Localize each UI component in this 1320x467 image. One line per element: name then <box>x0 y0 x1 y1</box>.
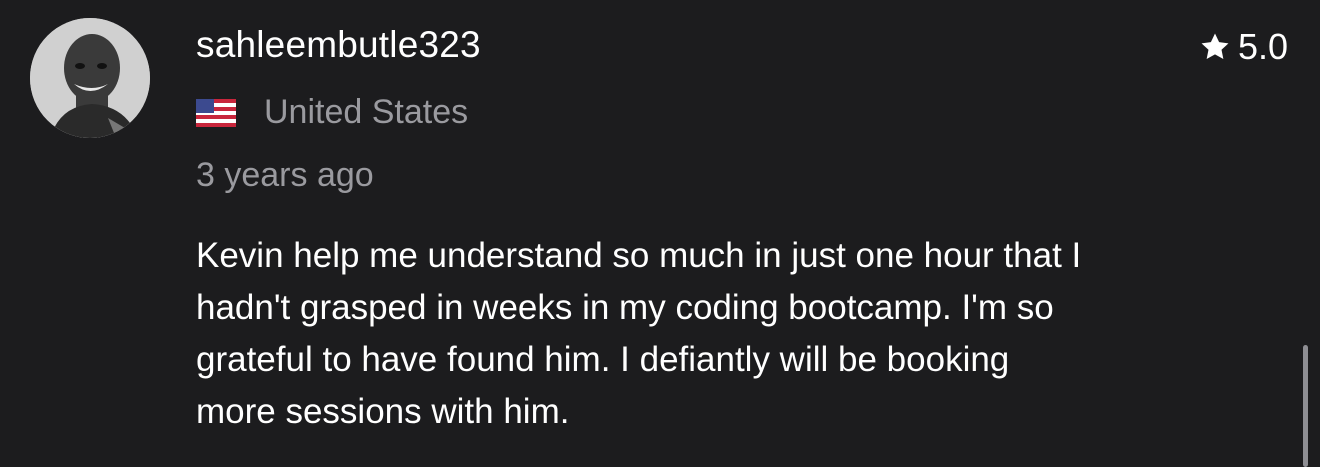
reviewer-country: United States <box>264 93 469 131</box>
avatar[interactable] <box>30 18 150 138</box>
country-row: United States <box>196 93 468 132</box>
us-flag-icon <box>196 98 236 127</box>
scrollbar[interactable] <box>1303 345 1308 467</box>
rating-value: 5.0 <box>1237 26 1288 67</box>
star-icon <box>1198 30 1232 64</box>
review-timestamp: 3 years ago <box>196 156 374 194</box>
review-text: Kevin help me understand so much in just… <box>196 236 1082 431</box>
rating: 5.0 <box>1198 26 1288 68</box>
avatar-image <box>30 18 150 138</box>
reviewer-username[interactable]: sahleembutle323 <box>196 24 481 66</box>
review-card: sahleembutle323 5.0 United States 3 year… <box>0 0 1320 467</box>
